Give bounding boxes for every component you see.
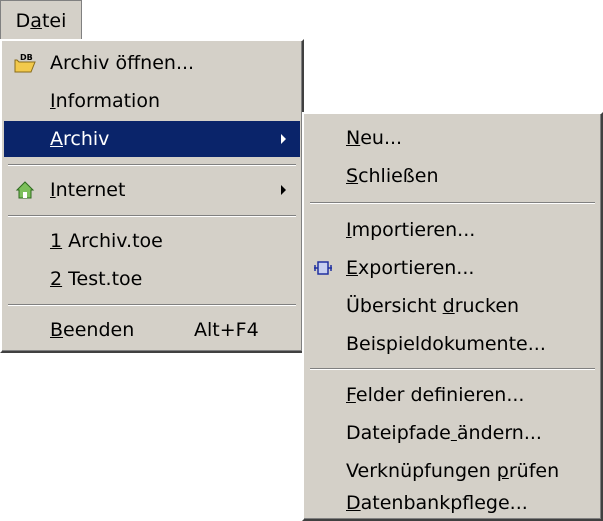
datei-menu: DB Archiv öffnen... Information Archiv I… — [0, 39, 304, 353]
menu-separator — [8, 164, 296, 166]
menu-item-exportieren[interactable]: Exportieren... — [306, 250, 599, 286]
menu-item-label: Dateipfade ändern... — [346, 422, 542, 444]
menu-item-label: Schließen — [346, 165, 439, 187]
menu-item-label: Internet — [50, 179, 126, 201]
menu-item-beenden[interactable]: Beenden Alt+F4 — [4, 312, 300, 348]
menu-item-label: Exportieren... — [346, 257, 475, 279]
menu-item-datenbankpflege[interactable]: Datenbankpflege... — [306, 485, 599, 521]
menu-separator — [8, 215, 296, 217]
menu-item-label: Information — [50, 90, 160, 112]
menu-datei-label: Datei — [15, 9, 67, 32]
menu-item-felder-definieren[interactable]: Felder definieren... — [306, 377, 599, 413]
menu-item-beispieldokumente[interactable]: Beispieldokumente... — [306, 326, 599, 362]
menu-item-archiv-oeffnen[interactable]: DB Archiv öffnen... — [4, 45, 300, 81]
menu-item-recent-2[interactable]: 2 Test.toe — [4, 261, 300, 297]
menu-item-archiv[interactable]: Archiv — [4, 121, 300, 157]
menu-item-dateipfade-aendern[interactable]: Dateipfade ändern... — [306, 415, 599, 451]
export-icon — [312, 257, 334, 279]
svg-text:DB: DB — [20, 53, 33, 62]
menu-item-label: 2 Test.toe — [50, 268, 143, 290]
menu-item-schliessen[interactable]: Schließen — [306, 158, 599, 194]
menu-item-label: Übersicht drucken — [346, 295, 520, 317]
globe-house-icon — [14, 179, 36, 201]
submenu-arrow-icon — [281, 185, 286, 195]
menu-separator — [310, 202, 595, 204]
menu-item-label: Datenbankpflege... — [346, 492, 528, 514]
menu-datei-title[interactable]: Datei — [0, 0, 82, 40]
shortcut-label: Alt+F4 — [194, 319, 259, 341]
menu-item-label: Verknüpfungen prüfen — [346, 460, 560, 482]
menu-item-label: Importieren... — [346, 219, 476, 241]
folder-db-icon: DB — [14, 52, 36, 74]
menu-item-label: Neu... — [346, 127, 403, 149]
menu-item-label: Beenden — [50, 319, 135, 341]
submenu-arrow-icon — [281, 134, 286, 144]
menu-item-recent-1[interactable]: 1 Archiv.toe — [4, 223, 300, 259]
menu-item-neu[interactable]: Neu... — [306, 120, 599, 156]
archiv-submenu: Neu... Schließen Importieren... Exportie… — [302, 112, 603, 521]
menu-item-internet[interactable]: Internet — [4, 172, 300, 208]
menu-item-importieren[interactable]: Importieren... — [306, 212, 599, 248]
menu-item-label: Beispieldokumente... — [346, 333, 546, 355]
menu-item-uebersicht-drucken[interactable]: Übersicht drucken — [306, 288, 599, 324]
menu-separator — [8, 304, 296, 306]
menu-item-label: 1 Archiv.toe — [50, 230, 163, 252]
menu-item-information[interactable]: Information — [4, 83, 300, 119]
menu-item-label: Archiv öffnen... — [50, 52, 195, 74]
menu-item-verknuepfungen-pruefen[interactable]: Verknüpfungen prüfen — [306, 453, 599, 489]
menu-item-label: Felder definieren... — [346, 384, 525, 406]
menu-separator — [310, 368, 595, 370]
menu-item-label: Archiv — [50, 128, 110, 150]
